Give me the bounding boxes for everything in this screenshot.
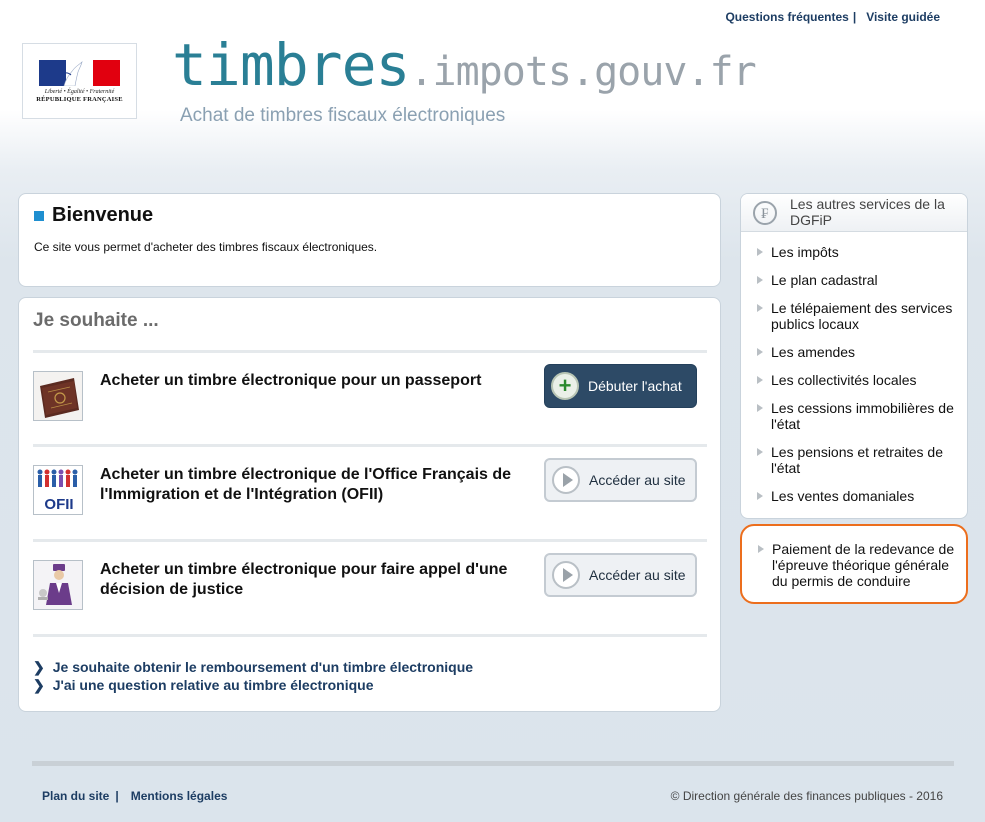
sitemap-link[interactable]: Plan du site [42, 789, 109, 803]
triangle-bullet-icon [757, 376, 763, 384]
service-item-label: Les collectivités locales [771, 372, 917, 388]
site-tagline: Achat de timbres fiscaux électroniques [180, 105, 506, 126]
marianne-flag-icon [38, 59, 121, 86]
republic-motto: Liberté • Égalité • Fraternité [44, 88, 115, 95]
question-link[interactable]: ❯ J'ai une question relative au timbre él… [33, 676, 473, 694]
footer-links: Plan du site | Mentions légales [42, 789, 227, 803]
triangle-bullet-icon [757, 492, 763, 500]
wish-title: Je souhaite ... [33, 310, 159, 331]
offer-passport-title: Acheter un timbre électronique pour un p… [100, 372, 482, 389]
refund-link-label: Je souhaite obtenir le remboursement d'u… [52, 659, 474, 675]
footer-divider [32, 761, 954, 766]
question-link-label: J'ai une question relative au timbre éle… [52, 677, 374, 693]
play-icon [552, 466, 580, 494]
faq-link[interactable]: Questions fréquentes [725, 10, 848, 24]
brand-primary: timbres [172, 31, 410, 99]
triangle-bullet-icon [757, 304, 763, 312]
ofii-logo-icon: OFII [33, 465, 83, 515]
services-list: Les impôts Le plan cadastral Le télépaie… [757, 244, 962, 516]
top-links-separator: | [852, 10, 857, 24]
offer-passport: Acheter un timbre électronique pour un p… [33, 364, 707, 461]
service-item-label: Les amendes [771, 344, 856, 360]
service-item-collectivites[interactable]: Les collectivités locales [757, 372, 962, 400]
legal-notice-link[interactable]: Mentions légales [131, 789, 228, 803]
service-item-label: Le télépaiement des services publics loc… [771, 300, 953, 332]
service-item-pensions[interactable]: Les pensions et retraites de l'état [757, 444, 962, 488]
service-item-telepaiement[interactable]: Le télépaiement des services publics loc… [757, 300, 962, 344]
welcome-title: Bienvenue [34, 204, 153, 227]
chevron-right-icon: ❯ [33, 677, 45, 693]
site-brand[interactable]: timbres.impots.gouv.fr [172, 36, 757, 95]
copyright: © Direction générale des finances publiq… [670, 789, 943, 803]
help-links: ❯ Je souhaite obtenir le remboursement d'… [33, 658, 473, 694]
service-item-label: Les pensions et retraites de l'état [771, 444, 943, 476]
brand-secondary: .impots.gouv.fr [409, 49, 756, 95]
plus-icon: + [551, 372, 579, 400]
service-item-cessions[interactable]: Les cessions immobilières de l'état [757, 400, 962, 444]
play-icon [552, 561, 580, 589]
service-item-ventes[interactable]: Les ventes domaniales [757, 488, 962, 516]
service-item-label: Les ventes domaniales [771, 488, 915, 504]
permis-redevance-panel: Paiement de la redevance de l'épreuve th… [740, 524, 968, 604]
access-ofii-site-label: Accéder au site [589, 472, 686, 488]
access-justice-site-button[interactable]: Accéder au site [544, 553, 697, 597]
refund-link[interactable]: ❯ Je souhaite obtenir le remboursement d'… [33, 658, 473, 676]
access-justice-site-label: Accéder au site [589, 567, 686, 583]
offer-justice-title: Acheter un timbre électronique pour fair… [100, 561, 508, 598]
dgfip-services-panel: ₣ Les autres services de la DGFiP Les im… [740, 193, 968, 519]
welcome-panel: Bienvenue Ce site vous permet d'acheter … [18, 193, 721, 287]
justice-icon [33, 560, 83, 610]
services-header: ₣ Les autres services de la DGFiP [741, 194, 967, 232]
divider [33, 444, 707, 447]
offer-ofii-title: Acheter un timbre électronique de l'Offi… [100, 466, 512, 503]
passport-icon [33, 371, 83, 421]
square-bullet-icon [34, 210, 44, 221]
service-item-label: Les cessions immobilières de l'état [771, 400, 954, 432]
divider [33, 634, 707, 637]
start-purchase-button[interactable]: + Débuter l'achat [544, 364, 697, 408]
wish-panel: Je souhaite ... Acheter un timbre électr… [18, 297, 721, 712]
triangle-bullet-icon [757, 448, 763, 456]
ofii-icon-text: OFII [44, 496, 73, 513]
triangle-bullet-icon [757, 248, 763, 256]
guided-tour-link[interactable]: Visite guidée [866, 10, 940, 24]
triangle-bullet-icon [757, 348, 763, 356]
permis-redevance-link[interactable]: Paiement de la redevance de l'épreuve th… [758, 541, 963, 589]
footer-separator: | [115, 789, 119, 803]
access-ofii-site-button[interactable]: Accéder au site [544, 458, 697, 502]
divider [33, 350, 707, 353]
triangle-bullet-icon [757, 404, 763, 412]
divider [33, 539, 707, 542]
republic-name: RÉPUBLIQUE FRANÇAISE [36, 95, 123, 103]
permis-redevance-label: Paiement de la redevance de l'épreuve th… [772, 541, 955, 589]
top-links: Questions fréquentes | Visite guidée [725, 10, 940, 24]
chevron-right-icon: ❯ [33, 659, 45, 675]
dgfip-logo-icon: ₣ [753, 201, 777, 225]
service-item-label: Les impôts [771, 244, 839, 260]
services-title: Les autres services de la DGFiP [790, 196, 945, 228]
service-item-label: Le plan cadastral [771, 272, 878, 288]
service-item-impots[interactable]: Les impôts [757, 244, 962, 272]
triangle-bullet-icon [757, 276, 763, 284]
republique-francaise-logo[interactable]: Liberté • Égalité • Fraternité RÉPUBLIQU… [22, 43, 137, 119]
triangle-bullet-icon [758, 545, 764, 553]
service-item-cadastre[interactable]: Le plan cadastral [757, 272, 962, 300]
welcome-text: Ce site vous permet d'acheter des timbre… [34, 240, 378, 254]
welcome-title-text: Bienvenue [52, 204, 154, 226]
service-item-amendes[interactable]: Les amendes [757, 344, 962, 372]
start-purchase-label: Débuter l'achat [588, 378, 682, 394]
